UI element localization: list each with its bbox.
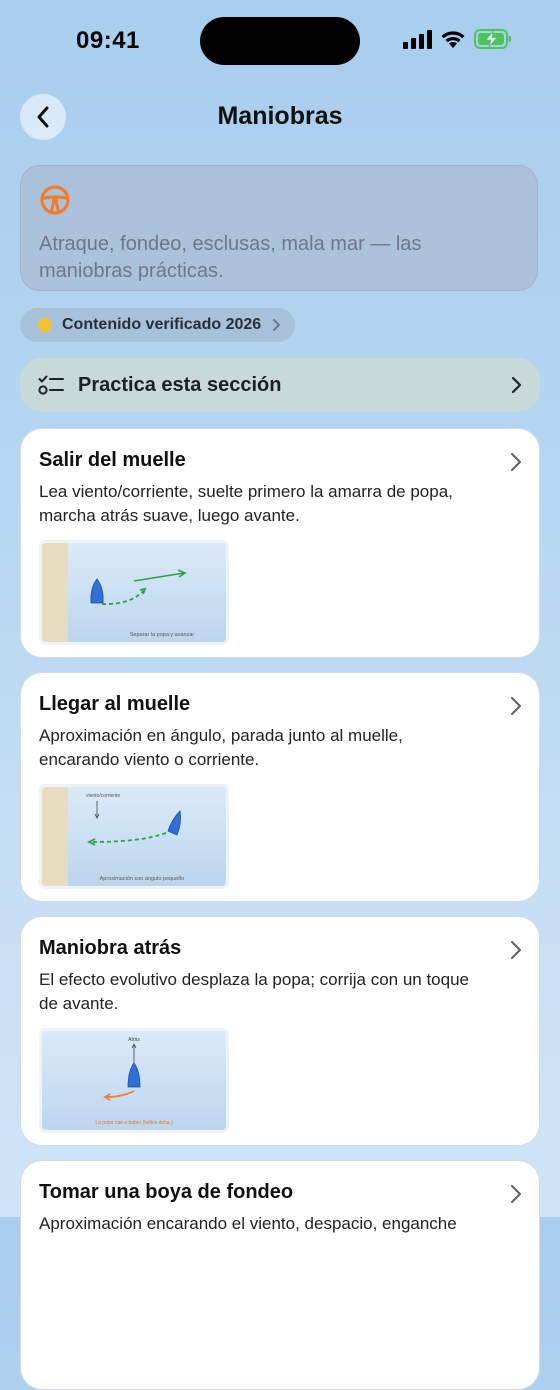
steering-wheel-icon: [40, 185, 70, 215]
page-title: Maniobras: [217, 102, 343, 130]
card-description: Aproximación encarando el viento, despac…: [39, 1214, 457, 1233]
diagram-caption: Aproximación con ángulo pequeño: [100, 876, 185, 882]
status-bar: 09:41: [0, 0, 560, 80]
diagram-caption: La popa cae a babor (hélice dcha.): [95, 1120, 173, 1126]
chevron-right-icon: [510, 452, 522, 472]
diagram-label: Atrás: [128, 1037, 140, 1043]
maneuver-card-tomar-una-boya[interactable]: Tomar una boya de fondeo Aproximación en…: [20, 1160, 540, 1390]
card-title: Salir del muelle: [39, 449, 186, 471]
chevron-right-icon: [273, 319, 281, 331]
status-icons: [402, 28, 512, 50]
verified-dot-icon: [38, 318, 52, 332]
maneuver-diagram: viento/corriente Aproximación con ángulo…: [39, 784, 229, 889]
card-title: Llegar al muelle: [39, 693, 191, 715]
signal-icon: [403, 30, 432, 49]
battery-charging-icon: [474, 29, 511, 49]
card-description: Lea viento/corriente, suelte primero la …: [39, 482, 453, 525]
card-title: Tomar una boya de fondeo: [39, 1181, 294, 1203]
card-title: Maniobra atrás: [39, 937, 182, 959]
verified-badge[interactable]: Contenido verificado 2026: [20, 308, 296, 342]
card-description: Aproximación en ángulo, parada junto al …: [39, 726, 403, 769]
chevron-right-icon: [510, 940, 522, 960]
checklist-icon: [38, 375, 64, 395]
maneuver-card-salir-del-muelle[interactable]: Salir del muelle Lea viento/corriente, s…: [20, 428, 540, 658]
practice-label: Practica esta sección: [78, 373, 282, 396]
dock-area: [42, 787, 68, 886]
maneuver-diagram: Atrás La popa cae a babor (hélice dcha.): [39, 1028, 229, 1133]
maneuver-card-maniobra-atras[interactable]: Maniobra atrás El efecto evolutivo despl…: [20, 916, 540, 1146]
chevron-right-icon: [510, 1184, 522, 1204]
status-time: 09:41: [76, 27, 140, 54]
maneuver-card-llegar-al-muelle[interactable]: Llegar al muelle Aproximación en ángulo,…: [20, 672, 540, 902]
maneuver-diagram: Separar la popa y avanzar: [39, 540, 229, 645]
chevron-right-icon: [511, 376, 522, 394]
diagram-caption: Separar la popa y avanzar: [130, 632, 195, 638]
intro-box: Atraque, fondeo, esclusas, mala mar — la…: [20, 165, 538, 291]
card-description: El efecto evolutivo desplaza la popa; co…: [39, 970, 469, 1013]
chevron-right-icon: [510, 696, 522, 716]
dock-area: [42, 543, 68, 642]
intro-text: Atraque, fondeo, esclusas, mala mar — la…: [39, 233, 422, 282]
practice-section-button[interactable]: Practica esta sección: [20, 358, 540, 412]
dynamic-island: [200, 17, 360, 65]
diagram-label: viento/corriente: [86, 793, 120, 799]
verified-label: Contenido verificado 2026: [62, 316, 262, 333]
wifi-icon: [441, 31, 465, 48]
